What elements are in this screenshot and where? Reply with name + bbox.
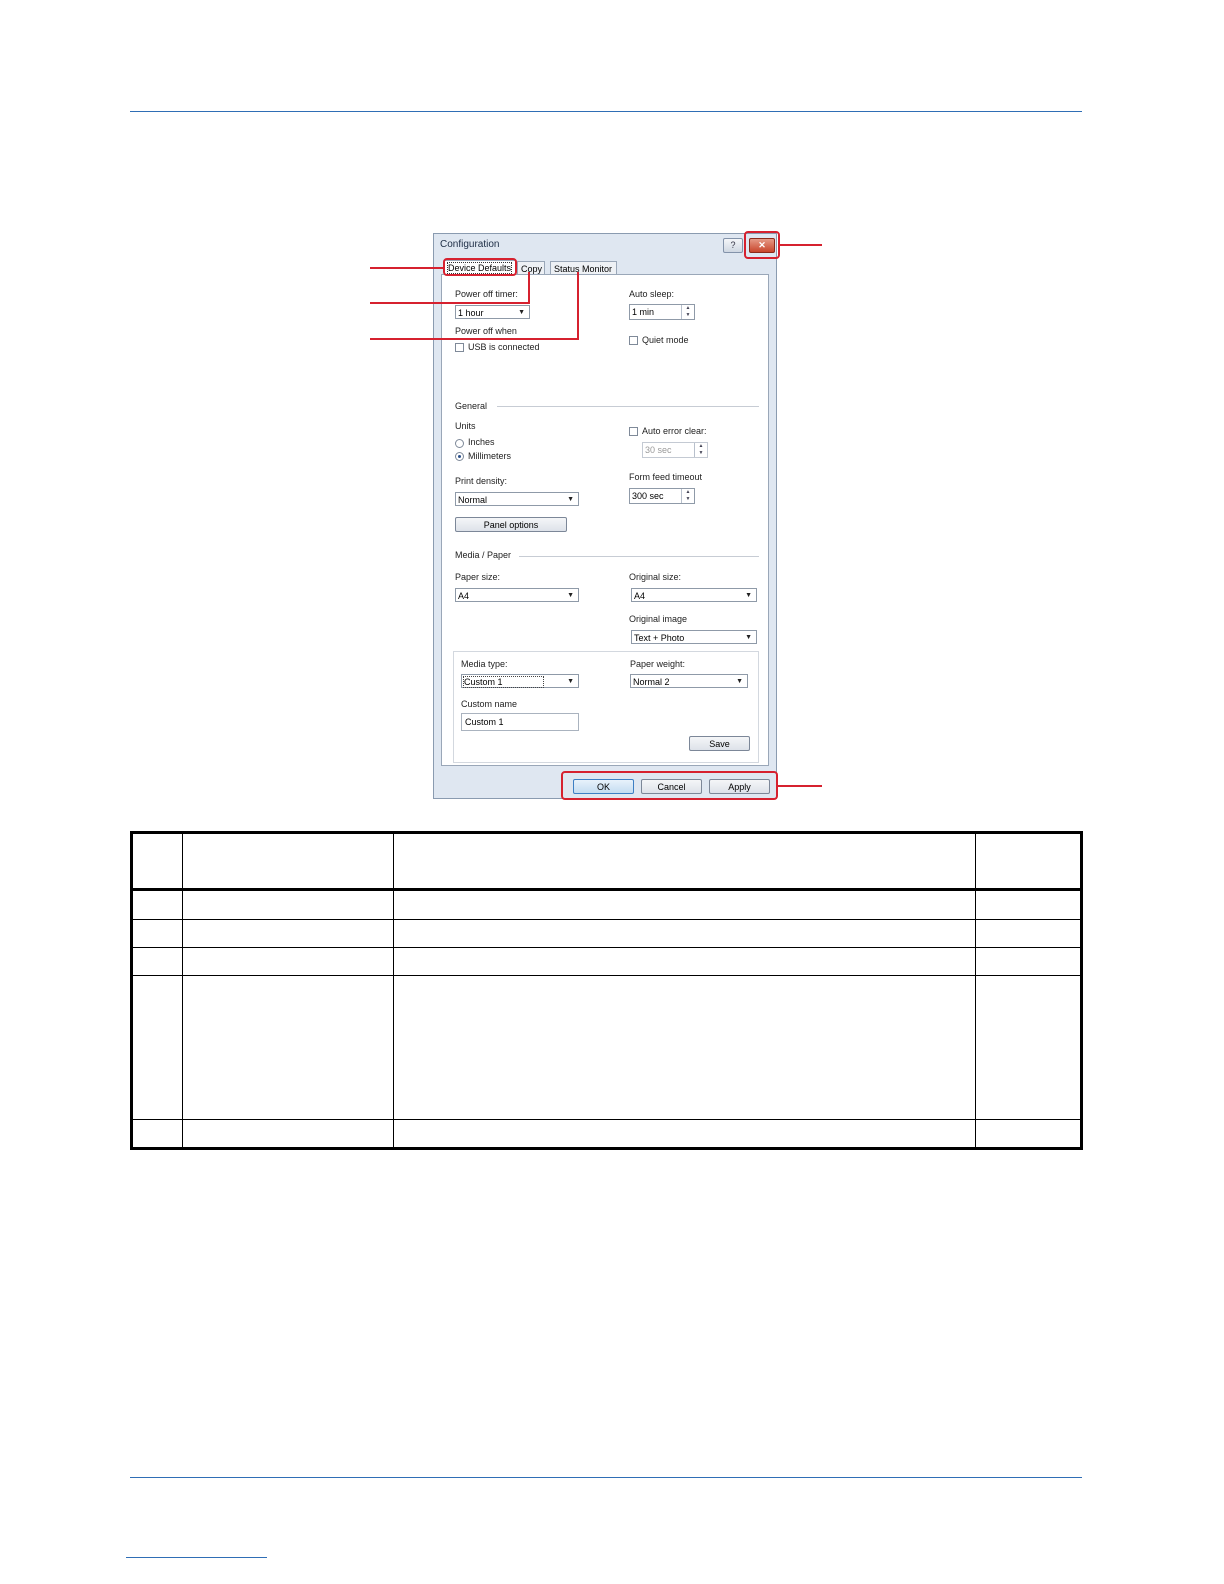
original-image-value: Text + Photo (634, 633, 685, 643)
power-off-timer-label: Power off timer: (455, 289, 518, 299)
original-size-select[interactable]: A4 ▼ (631, 588, 757, 602)
units-label: Units (455, 421, 476, 431)
media-type-value: Custom 1 (463, 676, 544, 688)
millimeters-label: Millimeters (468, 451, 512, 461)
footer-buttons-callout (561, 771, 778, 800)
callout-line (778, 785, 822, 787)
dialog-titlebar: Configuration ? ✕ (434, 234, 776, 256)
paper-size-select[interactable]: A4 ▼ (455, 588, 579, 602)
quiet-mode-label: Quiet mode (642, 335, 689, 345)
close-button-callout (744, 231, 780, 259)
paper-weight-label: Paper weight: (630, 659, 686, 669)
footer-link-underline (126, 1557, 267, 1558)
custom-name-label: Custom name (461, 699, 518, 709)
paper-size-label: Paper size: (455, 572, 501, 582)
form-feed-timeout-label: Form feed timeout (629, 472, 703, 482)
table-header-divider (130, 888, 1083, 891)
auto-sleep-label: Auto sleep: (629, 289, 675, 299)
dialog-title: Configuration (440, 239, 500, 250)
original-size-label: Original size: (629, 572, 682, 582)
callout-line (370, 338, 579, 340)
original-image-label: Original image (629, 614, 688, 624)
callout-line (370, 302, 529, 304)
panel-options-button[interactable]: Panel options (455, 517, 567, 532)
paper-size-value: A4 (458, 591, 470, 601)
quiet-mode-checkbox[interactable] (629, 336, 638, 345)
header-rule (130, 111, 1082, 112)
chevron-down-icon: ▼ (567, 592, 574, 599)
auto-sleep-value: 1 min (632, 307, 655, 317)
power-off-timer-select[interactable]: 1 hour ▼ (455, 305, 530, 319)
inches-radio[interactable] (455, 439, 464, 448)
print-density-label: Print density: (455, 476, 508, 486)
chevron-down-icon: ▼ (745, 634, 752, 641)
settings-table (130, 831, 1083, 1150)
spin-arrows-icon[interactable]: ▲ ▼ (694, 443, 707, 457)
configuration-dialog: Configuration ? ✕ Device Defaults Copy S… (433, 233, 777, 799)
callout-line (577, 272, 579, 340)
general-heading: General (455, 401, 488, 411)
original-image-select[interactable]: Text + Photo ▼ (631, 630, 757, 644)
millimeters-radio[interactable] (455, 452, 464, 461)
spin-arrows-icon[interactable]: ▲ ▼ (681, 305, 694, 319)
table-frame (130, 831, 1083, 1150)
inches-label: Inches (468, 437, 495, 447)
table-column-divider (975, 831, 976, 1150)
auto-error-clear-checkbox[interactable] (629, 427, 638, 436)
chevron-down-icon: ▼ (567, 678, 574, 685)
callout-line (528, 272, 530, 304)
table-column-divider (182, 831, 183, 1150)
table-column-divider (393, 831, 394, 1150)
media-type-label: Media type: (461, 659, 508, 669)
footer-rule (130, 1477, 1082, 1478)
chevron-down-icon: ▼ (518, 309, 525, 316)
spin-arrows-icon[interactable]: ▲ ▼ (681, 489, 694, 503)
auto-error-clear-spinner[interactable]: 30 sec ▲ ▼ (642, 442, 708, 458)
table-row-divider (130, 1119, 1083, 1120)
tab-copy[interactable]: Copy (517, 261, 545, 275)
auto-sleep-spinner[interactable]: 1 min ▲ ▼ (629, 304, 695, 320)
callout-line (370, 267, 444, 269)
form-feed-timeout-spinner[interactable]: 300 sec ▲ ▼ (629, 488, 695, 504)
power-off-when-label: Power off when (455, 326, 517, 336)
media-type-group: Media type: Custom 1 ▼ Paper weight: Norm… (453, 651, 759, 763)
print-density-select[interactable]: Normal ▼ (455, 492, 579, 506)
chevron-down-icon: ▼ (736, 678, 743, 685)
print-density-value: Normal (458, 495, 488, 505)
power-off-timer-value: 1 hour (458, 308, 484, 318)
callout-line (780, 244, 822, 246)
tab-callout (443, 258, 517, 276)
help-button[interactable]: ? (723, 238, 743, 253)
usb-connected-checkbox[interactable] (455, 343, 464, 352)
table-row-divider (130, 919, 1083, 920)
paper-weight-value: Normal 2 (633, 677, 670, 687)
table-row-divider (130, 975, 1083, 976)
usb-connected-label: USB is connected (468, 342, 540, 352)
divider (519, 556, 759, 557)
media-paper-heading: Media / Paper (455, 550, 512, 560)
chevron-down-icon: ▼ (567, 496, 574, 503)
media-type-select[interactable]: Custom 1 ▼ (461, 674, 579, 688)
divider (497, 406, 759, 407)
original-size-value: A4 (634, 591, 646, 601)
save-button[interactable]: Save (689, 736, 750, 751)
chevron-down-icon: ▼ (745, 592, 752, 599)
form-feed-timeout-value: 300 sec (632, 491, 664, 501)
table-row-divider (130, 947, 1083, 948)
paper-weight-select[interactable]: Normal 2 ▼ (630, 674, 748, 688)
tab-status-monitor[interactable]: Status Monitor (550, 261, 617, 275)
auto-error-clear-label: Auto error clear: (642, 426, 707, 436)
custom-name-input[interactable]: Custom 1 (461, 713, 579, 731)
auto-error-clear-value: 30 sec (645, 445, 672, 455)
